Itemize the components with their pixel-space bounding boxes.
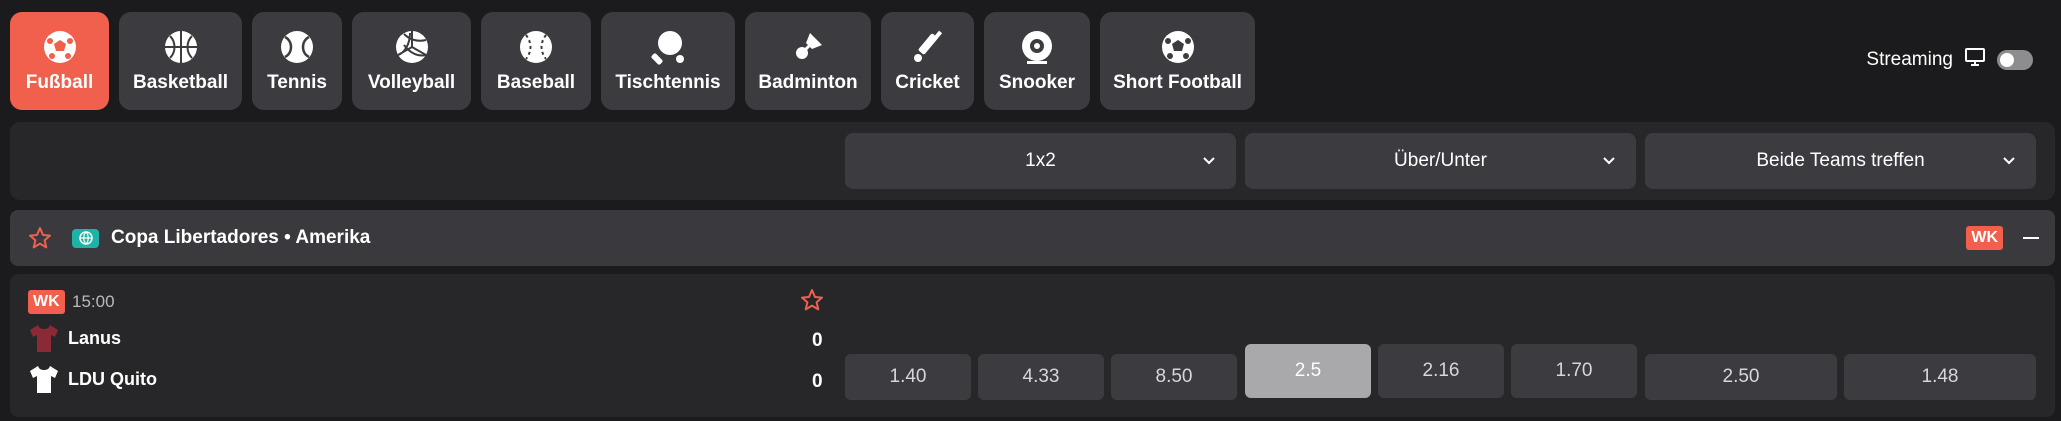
tab-label: Tennis: [267, 72, 327, 93]
tab-baseball[interactable]: Baseball: [481, 12, 591, 110]
tab-label: Cricket: [895, 72, 960, 93]
odd-button[interactable]: 2.16: [1378, 344, 1504, 398]
market-select-1x2[interactable]: 1x2: [845, 133, 1236, 189]
odd-button[interactable]: 1.40: [845, 354, 971, 400]
tab-label: Badminton: [758, 72, 858, 93]
globe-icon: [72, 228, 99, 248]
chevron-down-icon: [1203, 157, 1215, 165]
snooker-ball-icon: [1018, 28, 1056, 66]
odd-value: 1.48: [1921, 366, 1959, 387]
star-icon[interactable]: [800, 288, 824, 312]
tab-badminton[interactable]: Badminton: [745, 12, 871, 110]
market-bar: 1x2 Über/Unter Beide Teams treffen: [10, 122, 2055, 200]
jersey-icon: [30, 366, 58, 393]
odd-button[interactable]: 2.50: [1645, 354, 1837, 400]
cricket-bat-icon: [909, 28, 947, 66]
market-label: Beide Teams treffen: [1756, 150, 1925, 171]
tennis-ball-icon: [278, 28, 316, 66]
tab-tennis[interactable]: Tennis: [252, 12, 342, 110]
event-time: 15:00: [72, 292, 115, 311]
monitor-icon: [1965, 48, 1985, 71]
streaming-control: Streaming: [1866, 48, 2033, 71]
odd-button[interactable]: 8.50: [1111, 354, 1237, 400]
odd-button-selected[interactable]: 2.5: [1245, 344, 1371, 398]
odd-value: 2.5: [1294, 360, 1322, 381]
tab-snooker[interactable]: Snooker: [984, 12, 1090, 110]
streaming-label: Streaming: [1866, 48, 1953, 70]
team-home[interactable]: Lanus: [28, 322, 121, 354]
shuttlecock-icon: [789, 28, 827, 66]
league-header[interactable]: Copa Libertadores • Amerika WK: [10, 210, 2055, 266]
tab-fussball[interactable]: Fußball: [10, 12, 109, 110]
star-icon[interactable]: [28, 226, 52, 250]
odd-value: 1.40: [889, 366, 927, 387]
league-name: Copa Libertadores • Amerika: [111, 227, 371, 248]
wk-badge: WK: [28, 290, 65, 314]
odd-value: 8.50: [1155, 366, 1193, 387]
away-score: 0: [812, 371, 823, 392]
odd-button[interactable]: 4.33: [978, 354, 1104, 400]
basketball-icon: [162, 28, 200, 66]
odd-value: 1.70: [1555, 360, 1593, 381]
soccer-ball-icon: [1159, 28, 1197, 66]
odd-value: 2.16: [1422, 360, 1460, 381]
tab-label: Basketball: [132, 72, 229, 93]
team-away[interactable]: LDU Quito: [28, 363, 157, 395]
tab-label: Fußball: [25, 72, 94, 93]
tab-short-football[interactable]: Short Football: [1100, 12, 1255, 110]
odd-button[interactable]: 1.48: [1844, 354, 2036, 400]
event-card: WK 15:00 Lanus 0 LDU Quito 0 1.40 4.33 8…: [10, 274, 2055, 417]
home-score: 0: [812, 330, 823, 351]
soccer-ball-icon: [41, 28, 79, 66]
tab-label: Volleyball: [367, 72, 456, 93]
market-select-both-teams-score[interactable]: Beide Teams treffen: [1645, 133, 2036, 189]
tab-tischtennis[interactable]: Tischtennis: [601, 12, 735, 110]
tab-volleyball[interactable]: Volleyball: [352, 12, 471, 110]
table-tennis-paddle-icon: [649, 28, 687, 66]
collapse-button[interactable]: [2023, 237, 2039, 239]
tab-basketball[interactable]: Basketball: [119, 12, 242, 110]
baseball-icon: [517, 28, 555, 66]
streaming-toggle[interactable]: [1997, 49, 2033, 70]
chevron-down-icon: [1603, 157, 1615, 165]
sport-tabs: Fußball Basketball Tennis Volleyball Bas…: [10, 12, 1255, 110]
team-name: Lanus: [68, 327, 122, 348]
market-select-over-under[interactable]: Über/Unter: [1245, 133, 1636, 189]
team-name: LDU Quito: [68, 368, 157, 389]
tab-label: Tischtennis: [615, 72, 721, 93]
tab-label: Short Football: [1113, 72, 1242, 93]
jersey-icon: [30, 325, 58, 352]
wk-badge: WK: [1966, 226, 2003, 250]
tab-label: Snooker: [998, 72, 1076, 93]
odd-value: 2.50: [1722, 366, 1760, 387]
odd-value: 4.33: [1022, 366, 1060, 387]
odd-button[interactable]: 1.70: [1511, 344, 1637, 398]
market-label: Über/Unter: [1394, 150, 1487, 171]
volleyball-icon: [393, 28, 431, 66]
chevron-down-icon: [2003, 157, 2015, 165]
market-label: 1x2: [1025, 150, 1056, 171]
tab-label: Baseball: [496, 72, 576, 93]
toggle-knob: [2000, 52, 2014, 67]
tab-cricket[interactable]: Cricket: [881, 12, 974, 110]
